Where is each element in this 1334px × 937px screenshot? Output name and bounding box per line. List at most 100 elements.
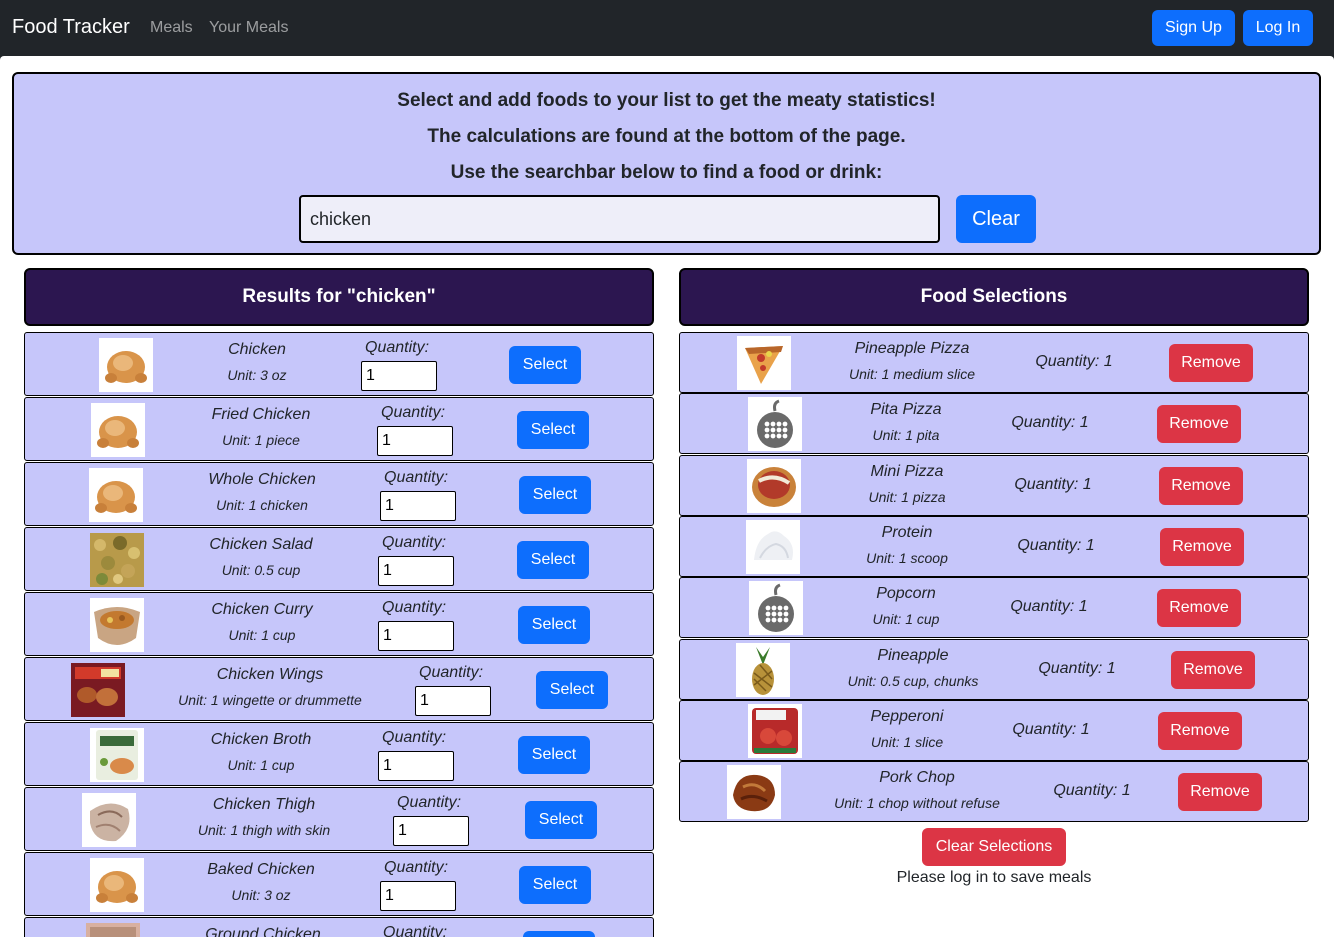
- food-name: Chicken Wings: [216, 666, 324, 683]
- selection-quantity: Quantity: 1: [1011, 414, 1089, 432]
- selection-quantity: Quantity: 1: [1012, 720, 1090, 738]
- select-button[interactable]: Select: [525, 801, 597, 839]
- quantity-input[interactable]: 1: [378, 621, 454, 651]
- quantity-label: Quantity:: [384, 469, 449, 486]
- food-unit: Unit: 1 wingette or drummette: [178, 692, 362, 708]
- wings-package-icon: [71, 663, 125, 717]
- pineapple-icon: [736, 642, 790, 697]
- quantity-input[interactable]: 1: [380, 491, 456, 521]
- search-input[interactable]: chicken: [299, 195, 940, 243]
- quantity-label: Quantity:: [384, 859, 449, 876]
- selection-row: Pita Pizza Unit: 1 pita Quantity: 1 Remove: [679, 393, 1309, 455]
- clear-search-button[interactable]: Clear: [956, 195, 1036, 243]
- quantity-label: Quantity:: [381, 404, 446, 421]
- nav-link-your-meals[interactable]: Your Meals: [209, 19, 288, 37]
- quantity-input[interactable]: 1: [393, 816, 469, 846]
- remove-button[interactable]: Remove: [1157, 589, 1241, 628]
- food-name: Pineapple: [877, 646, 949, 664]
- quantity-label: Quantity:: [383, 924, 448, 937]
- quantity-input[interactable]: 1: [377, 426, 453, 456]
- quantity-label: Quantity:: [382, 534, 447, 551]
- quantity-label: Quantity:: [382, 599, 447, 616]
- roast-chicken-icon: [91, 403, 145, 457]
- select-button[interactable]: Select: [536, 671, 608, 709]
- quantity-label: Quantity:: [365, 339, 430, 356]
- select-button[interactable]: Select: [509, 346, 581, 384]
- clear-selections-button[interactable]: Clear Selections: [922, 828, 1066, 866]
- food-name: Chicken Curry: [211, 601, 313, 618]
- quantity-input[interactable]: 1: [378, 751, 454, 781]
- select-button[interactable]: Select: [518, 606, 590, 644]
- login-note: Please log in to save meals: [896, 869, 1092, 886]
- pork-chop-icon: [727, 765, 781, 820]
- result-row: Chicken Unit: 3 oz Quantity: 1 Select: [24, 332, 654, 396]
- quantity-label: Quantity:: [382, 729, 447, 746]
- intro-text-1: Select and add foods to your list to get…: [397, 90, 936, 111]
- remove-button[interactable]: Remove: [1178, 773, 1262, 812]
- sign-up-button[interactable]: Sign Up: [1152, 10, 1235, 46]
- food-name: Pita Pizza: [870, 401, 942, 419]
- select-button[interactable]: Select: [517, 541, 589, 579]
- selection-row: Popcorn Unit: 1 cup Quantity: 1 Remove: [679, 577, 1309, 639]
- chicken-salad-icon: [90, 533, 144, 587]
- food-unit: Unit: 0.5 cup, chunks: [847, 672, 979, 689]
- result-row: Chicken Salad Unit: 0.5 cup Quantity: 1 Sele…: [24, 527, 654, 591]
- quantity-input[interactable]: 1: [361, 361, 437, 391]
- selection-row: Pepperoni Unit: 1 slice Quantity: 1 Remove: [679, 699, 1309, 761]
- food-name: Fried Chicken: [211, 406, 311, 423]
- select-button[interactable]: Select: [517, 411, 589, 449]
- result-row: Baked Chicken Unit: 3 oz Quantity: 1 Select: [24, 852, 654, 916]
- result-row: Ground ChickenQuantity:1Select: [24, 917, 654, 937]
- food-unit: Unit: 1 chop without refuse: [834, 795, 1000, 812]
- result-row: Whole Chicken Unit: 1 chicken Quantity: 1 Se…: [24, 462, 654, 526]
- intro-panel: Select and add foods to your list to get…: [12, 72, 1321, 255]
- roast-chicken-icon: [89, 468, 143, 522]
- select-button[interactable]: Select: [519, 476, 591, 514]
- chicken-thigh-icon: [82, 793, 136, 847]
- remove-button[interactable]: Remove: [1171, 650, 1255, 689]
- food-unit: Unit: 1 piece: [222, 432, 300, 448]
- navbar: Food Tracker Meals Your Meals Sign Up Lo…: [0, 0, 1334, 56]
- quantity-input[interactable]: 1: [380, 881, 456, 911]
- food-name: Whole Chicken: [208, 471, 316, 488]
- selection-quantity: Quantity: 1: [1038, 659, 1116, 677]
- food-name: Baked Chicken: [207, 861, 315, 878]
- selection-quantity: Quantity: 1: [1014, 475, 1092, 493]
- selections-header: Food Selections: [679, 268, 1309, 326]
- food-unit: Unit: 1 thigh with skin: [197, 822, 331, 838]
- intro-text-3: Use the searchbar below to find a food o…: [450, 162, 883, 183]
- roast-chicken-icon: [90, 858, 144, 912]
- result-row: Chicken Curry Unit: 1 cup Quantity: 1 Select: [24, 592, 654, 656]
- remove-button[interactable]: Remove: [1159, 466, 1243, 505]
- food-unit: Unit: 1 chicken: [216, 497, 308, 513]
- select-button[interactable]: Select: [523, 931, 595, 937]
- food-name: Chicken Broth: [210, 731, 312, 748]
- remove-button[interactable]: Remove: [1169, 344, 1253, 382]
- result-row: Chicken Broth Unit: 1 cup Quantity: 1 Select: [24, 722, 654, 786]
- results-header: Results for "chicken": [24, 268, 654, 326]
- food-unit: Unit: 1 cup: [227, 757, 295, 773]
- quantity-input[interactable]: 1: [415, 686, 491, 716]
- food-name: Chicken: [228, 341, 286, 358]
- food-name: Mini Pizza: [870, 462, 944, 480]
- quantity-input[interactable]: 1: [378, 556, 454, 586]
- quantity-label: Quantity:: [397, 794, 462, 811]
- select-button[interactable]: Select: [518, 736, 590, 774]
- log-in-button[interactable]: Log In: [1243, 10, 1313, 46]
- remove-button[interactable]: Remove: [1157, 405, 1241, 444]
- selection-row: Pork Chop Unit: 1 chop without refuse Quan…: [679, 761, 1309, 823]
- result-row: Fried Chicken Unit: 1 piece Quantity: 1 Sele…: [24, 397, 654, 461]
- select-button[interactable]: Select: [519, 866, 591, 904]
- quantity-label: Quantity:: [419, 664, 484, 681]
- remove-button[interactable]: Remove: [1158, 711, 1242, 750]
- food-unit: Unit: 3 oz: [231, 887, 291, 903]
- nav-link-meals[interactable]: Meals: [150, 19, 193, 37]
- ground-chicken-icon: [86, 923, 140, 937]
- selection-row: Mini Pizza Unit: 1 pizza Quantity: 1 Remove: [679, 454, 1309, 516]
- brand-link[interactable]: Food Tracker: [12, 16, 130, 39]
- roast-chicken-icon: [99, 338, 153, 392]
- food-name: Chicken Salad: [209, 536, 313, 553]
- remove-button[interactable]: Remove: [1160, 527, 1244, 566]
- food-unit: Unit: 1 cup: [228, 627, 296, 643]
- food-unit: Unit: 3 oz: [227, 367, 287, 383]
